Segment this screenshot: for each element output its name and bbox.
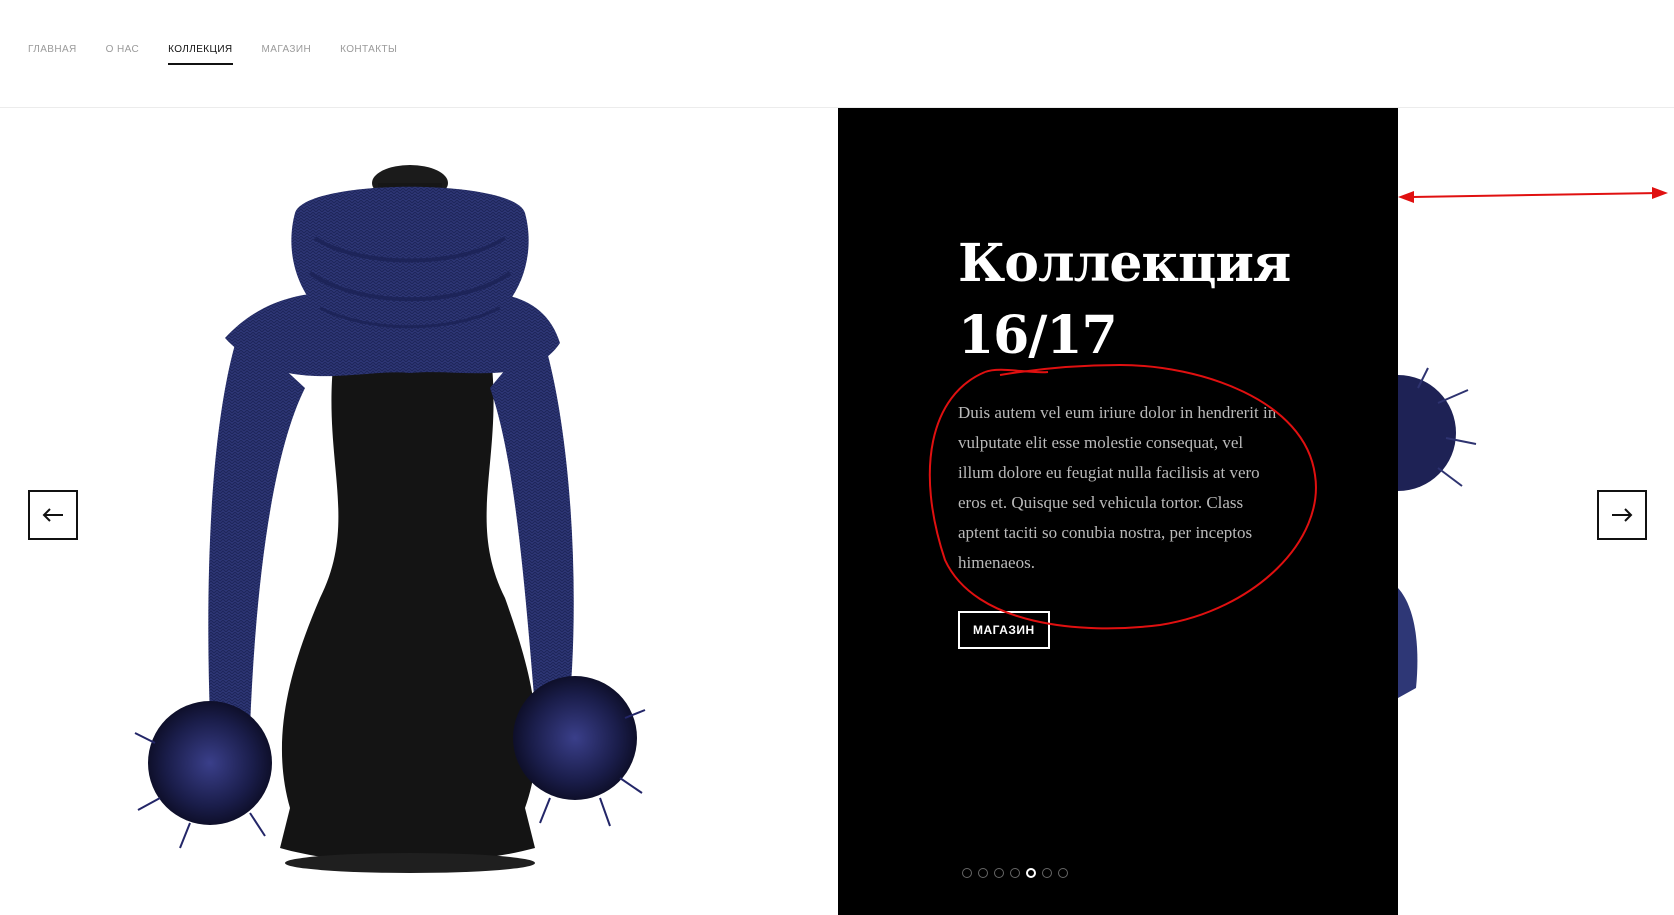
nav-item-contacts[interactable]: КОНТАКТЫ [340,44,397,65]
nav-item-home[interactable]: ГЛАВНАЯ [28,44,77,65]
collection-slider: Коллекция 16/17 Duis autem vel eum iriur… [0,108,1674,915]
nav-item-about[interactable]: О НАС [106,44,139,65]
nav-item-collection[interactable]: КОЛЛЕКЦИЯ [168,44,233,65]
collection-description: Duis autem vel eum iriure dolor in hendr… [958,403,1277,572]
collection-info-panel: Коллекция 16/17 Duis autem vel eum iriur… [838,108,1398,915]
collection-title-line2: 16/17 [958,305,1118,366]
pagination-dot-active[interactable] [1026,868,1036,878]
pagination-dot[interactable] [1042,868,1052,878]
arrow-left-icon [42,508,63,522]
main-nav: ГЛАВНАЯ О НАС КОЛЛЕКЦИЯ МАГАЗИН КОНТАКТЫ [28,44,397,65]
pagination-dot[interactable] [1010,868,1020,878]
pagination-dot[interactable] [994,868,1004,878]
collection-title-line1: Коллекция [958,233,1291,294]
product-image [134,165,646,873]
arrow-right-icon [1612,508,1633,522]
collection-title: Коллекция 16/17 [958,228,1378,372]
product-image-area [0,108,838,915]
pagination-dot[interactable] [978,868,988,878]
top-header: ГЛАВНАЯ О НАС КОЛЛЕКЦИЯ МАГАЗИН КОНТАКТЫ [0,0,1674,108]
slider-pagination [962,868,1068,878]
slider-next-button[interactable] [1597,490,1647,540]
nav-item-shop[interactable]: МАГАЗИН [262,44,312,65]
slider-prev-button[interactable] [28,490,78,540]
shop-button[interactable]: МАГАЗИН [958,611,1050,649]
page: ГЛАВНАЯ О НАС КОЛЛЕКЦИЯ МАГАЗИН КОНТАКТЫ [0,0,1674,915]
pagination-dot[interactable] [962,868,972,878]
pagination-dot[interactable] [1058,868,1068,878]
